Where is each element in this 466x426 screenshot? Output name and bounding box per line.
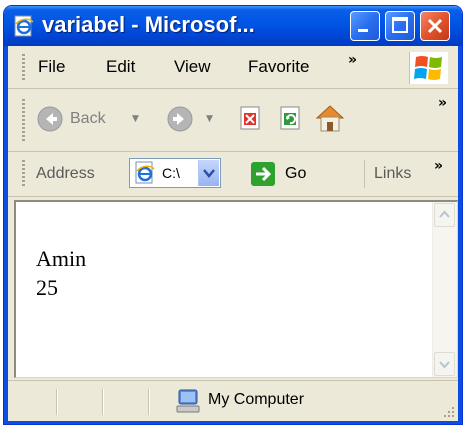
ie-page-icon [14,15,34,37]
home-icon [315,105,345,132]
go-label: Go [285,165,307,182]
page-content: Amin 25 [14,200,458,378]
status-zone-label: My Computer [208,391,305,408]
menu-bar: File Edit View Favorite » [8,46,458,89]
home-button[interactable] [314,102,346,134]
links-separator [364,160,365,188]
scroll-up-button[interactable] [434,203,455,227]
content-line-number: 25 [36,275,58,300]
status-bar: My Computer [8,380,458,421]
links-overflow-chevron[interactable]: » [434,158,443,174]
address-bar: Address C:\ Go Links » [8,152,458,197]
address-value: C:\ [162,165,180,181]
menu-overflow-chevron[interactable]: » [348,52,357,68]
back-icon [37,106,63,132]
minimize-icon [358,29,368,32]
vertical-scrollbar[interactable] [432,202,457,377]
browser-window: variabel - Microsof... File Edit View Fa… [4,6,462,424]
chevron-down-icon [439,361,450,369]
forward-icon [167,106,193,132]
stop-icon [240,106,260,130]
address-label: Address [36,165,95,182]
back-button[interactable]: Back ▼ [36,102,156,136]
scroll-down-button[interactable] [434,352,455,376]
resize-grip-icon[interactable] [440,403,456,419]
my-computer-icon [176,389,200,413]
windows-logo-icon [414,56,442,80]
maximize-button[interactable] [385,11,415,41]
address-dropdown-button[interactable] [198,160,219,186]
page-text: Amin 25 [36,244,86,302]
window-frame-right [458,46,462,424]
toolbar-grip[interactable] [22,99,25,141]
minimize-button[interactable] [350,11,380,41]
content-line-name: Amin [36,246,87,271]
menu-grip[interactable] [22,54,25,80]
status-pane [148,389,150,415]
title-bar[interactable]: variabel - Microsof... [4,6,462,46]
back-label: Back [70,110,106,127]
window-title: variabel - Microsof... [42,12,255,37]
close-icon [427,18,443,34]
address-input[interactable]: C:\ [129,158,221,188]
stop-button[interactable] [238,105,264,131]
ie-page-icon [135,161,155,184]
standard-toolbar: Back ▼ ▼ » [8,89,458,152]
address-grip[interactable] [22,160,25,188]
forward-button[interactable]: ▼ [166,102,230,136]
refresh-icon [280,106,300,130]
forward-dropdown-arrow[interactable]: ▼ [206,114,213,124]
maximize-icon [392,17,408,33]
close-button[interactable] [420,11,450,41]
menu-file[interactable]: File [38,57,65,77]
back-dropdown-arrow[interactable]: ▼ [132,114,139,124]
menu-edit[interactable]: Edit [106,57,135,77]
menu-view[interactable]: View [174,57,211,77]
go-arrow-icon [251,162,275,186]
refresh-button[interactable] [278,105,304,131]
windows-logo [409,52,448,84]
chevron-up-icon [439,210,450,218]
chevron-down-icon [203,169,215,178]
menu-favorites[interactable]: Favorite [248,57,309,77]
status-pane [102,389,104,415]
status-pane [56,389,58,415]
toolbar-overflow-chevron[interactable]: » [438,95,447,111]
links-label[interactable]: Links [374,165,411,183]
